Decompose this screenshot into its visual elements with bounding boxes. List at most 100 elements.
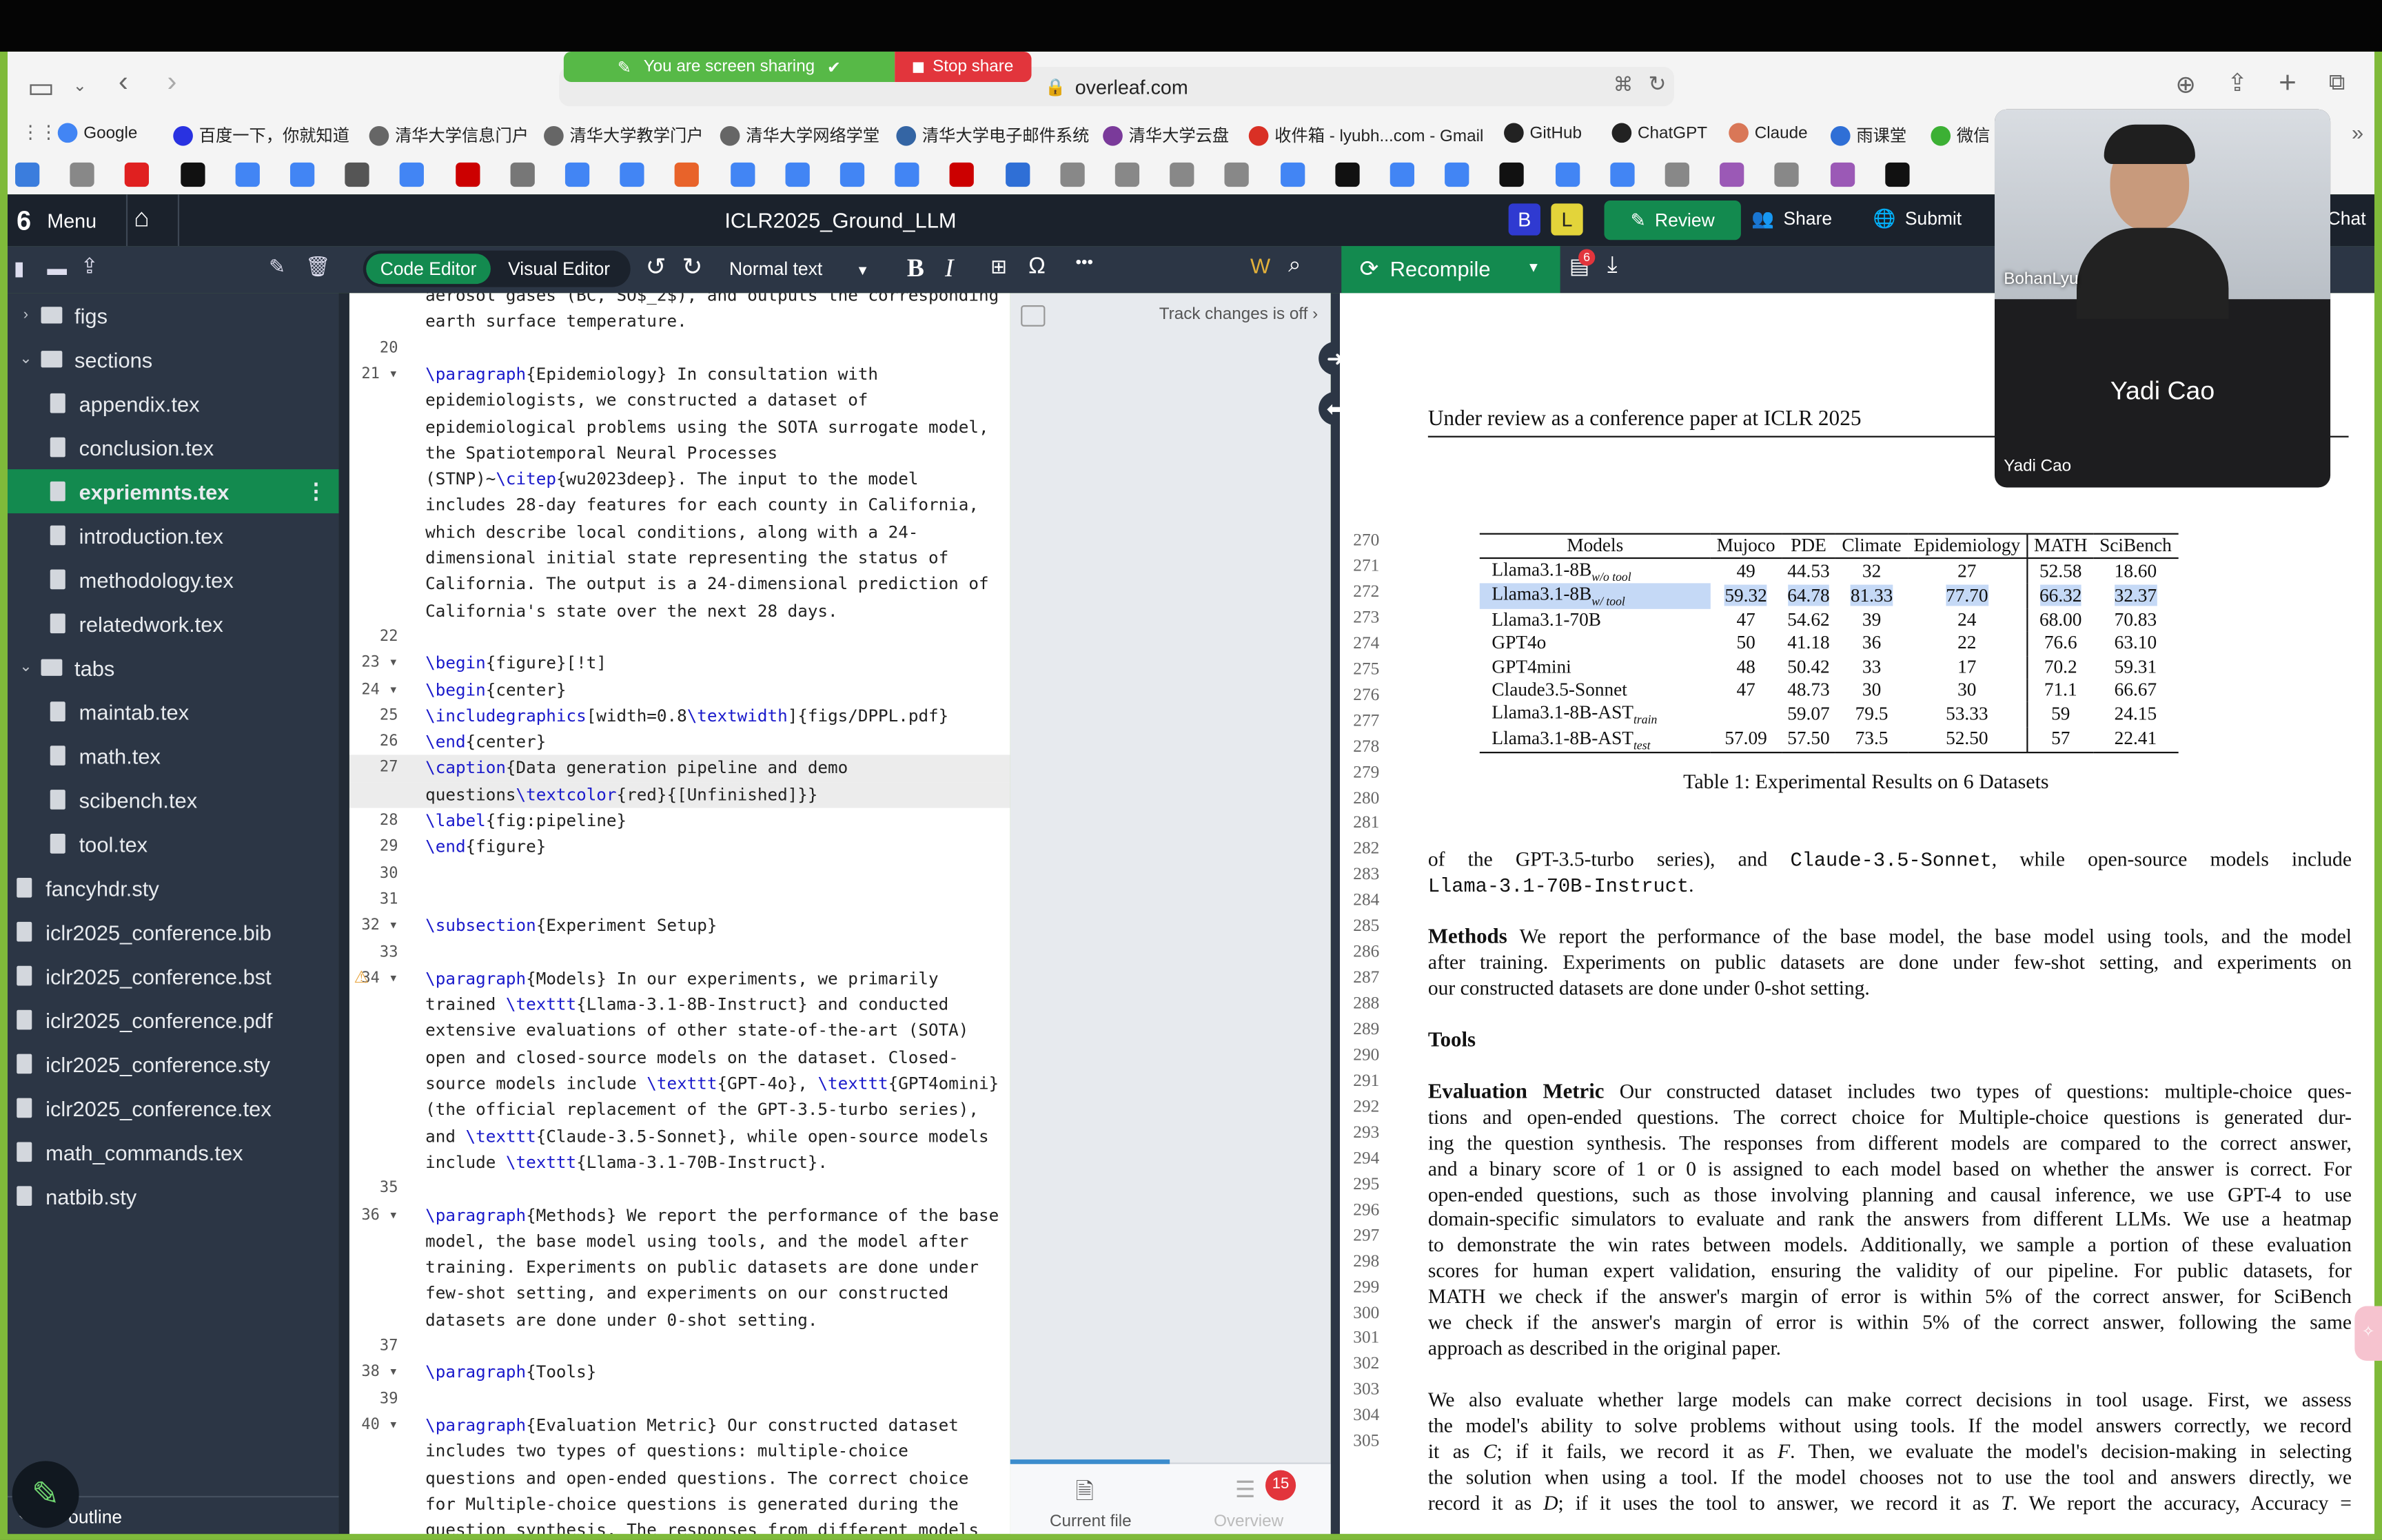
track-changes-status[interactable]: Track changes is off ›	[1159, 305, 1318, 323]
grid-icon[interactable]: ⋮⋮	[21, 121, 58, 143]
favorite-site-icon[interactable]	[1114, 162, 1140, 187]
sidebar-toggle-icon[interactable]: ▭	[28, 72, 55, 107]
back-icon[interactable]: ‹	[119, 67, 128, 100]
omega-icon[interactable]: Ω	[1028, 254, 1046, 279]
favorite-site-icon[interactable]	[620, 162, 644, 187]
favorite-site-icon[interactable]	[895, 162, 919, 187]
favorite-site-icon[interactable]	[1500, 162, 1525, 187]
video-call-overlay[interactable]: BohanLyu Yadi Cao Yadi Cao	[1994, 109, 2331, 488]
tab-current-file[interactable]: Current file	[1050, 1512, 1132, 1530]
visual-editor-tab[interactable]: Visual Editor	[491, 254, 627, 284]
text-style-dropdown[interactable]: Normal text ▼	[729, 258, 869, 280]
rename-icon[interactable]: ✎	[269, 255, 285, 279]
bookmark-item[interactable]: 清华大学电子邮件系统	[896, 123, 1089, 147]
home-icon[interactable]: ⌂	[134, 203, 150, 234]
resize-handle[interactable]	[338, 293, 349, 1534]
project-title[interactable]: ICLR2025_Ground_LLM	[724, 208, 956, 232]
overleaf-logo-icon[interactable]: 𝟔	[17, 207, 31, 237]
favorite-site-icon[interactable]	[1060, 162, 1085, 187]
favorite-site-icon[interactable]	[1334, 162, 1360, 187]
writefull-icon[interactable]: W	[1250, 254, 1270, 278]
ai-assist-icon[interactable]: ✎	[12, 1461, 79, 1528]
file-tree-item[interactable]: natbib.sty	[8, 1174, 338, 1218]
menu-button[interactable]: Menu	[47, 209, 96, 232]
avatar[interactable]: L	[1551, 203, 1583, 236]
file-tree-item[interactable]: iclr2025_conference.bst	[8, 954, 338, 998]
favorite-site-icon[interactable]	[125, 162, 150, 187]
bookmark-item[interactable]: 清华大学网络学堂	[720, 123, 879, 147]
upload-icon[interactable]: ⇪	[81, 254, 99, 279]
download-icon[interactable]: ⊕	[2175, 70, 2196, 100]
file-tree-item[interactable]: methodology.tex	[8, 557, 338, 602]
favorite-site-icon[interactable]	[564, 162, 590, 187]
favorite-site-icon[interactable]	[345, 162, 370, 187]
favorite-site-icon[interactable]	[1280, 162, 1305, 187]
favorite-site-icon[interactable]	[400, 162, 425, 187]
bookmark-item[interactable]: 清华大学教学门户	[544, 123, 703, 147]
file-tree-item[interactable]: conclusion.tex	[8, 425, 338, 469]
file-tree-item[interactable]: ⌄ tabs	[8, 646, 338, 690]
download-pdf-icon[interactable]: ⤓	[1607, 252, 1618, 278]
chevron-right-icon[interactable]: ›	[17, 307, 34, 323]
favorite-site-icon[interactable]	[675, 162, 700, 187]
more-icon[interactable]: •••	[1076, 254, 1093, 271]
delete-icon[interactable]: 🗑	[305, 255, 330, 279]
italic-icon[interactable]: I	[945, 254, 954, 284]
favorite-site-icon[interactable]	[1720, 162, 1744, 187]
bookmark-item[interactable]: 微信	[1931, 123, 1990, 147]
favorite-site-icon[interactable]	[839, 162, 865, 187]
chevron-down-icon[interactable]: ⌄	[17, 351, 34, 367]
bookmark-item[interactable]: 清华大学云盘	[1103, 123, 1229, 147]
favorite-site-icon[interactable]	[510, 162, 535, 187]
code-editor-tab[interactable]: Code Editor	[366, 254, 491, 285]
review-toggle-icon[interactable]	[1021, 305, 1046, 327]
file-tree-item[interactable]: fancyhdr.sty	[8, 865, 338, 910]
kebab-menu-icon[interactable]: ⋮	[305, 478, 327, 504]
tab-overview[interactable]: Overview	[1214, 1512, 1283, 1530]
new-tab-icon[interactable]: +	[2279, 67, 2297, 102]
favorite-site-icon[interactable]	[1390, 162, 1415, 187]
file-tree-item[interactable]: ⌄ sections	[8, 337, 338, 381]
favorite-site-icon[interactable]	[455, 162, 480, 187]
file-tree-item[interactable]: › figs	[8, 293, 338, 337]
bookmark-item[interactable]: Google	[57, 123, 137, 143]
share-button[interactable]: 👥 Share	[1751, 208, 1832, 229]
favorite-site-icon[interactable]	[1609, 162, 1635, 187]
favorite-site-icon[interactable]	[950, 162, 975, 187]
bookmark-item[interactable]: 百度一下，你就知道	[173, 123, 349, 147]
pencil-icon[interactable]: ✎	[618, 57, 631, 76]
file-tree-item[interactable]: relatedwork.tex	[8, 602, 338, 646]
floating-tool-icon[interactable]: ✧	[2354, 1306, 2382, 1361]
favorite-site-icon[interactable]	[1005, 162, 1030, 187]
stop-share-button[interactable]: Stop share	[895, 51, 1032, 83]
favorite-site-icon[interactable]	[1555, 162, 1580, 187]
file-tree-item[interactable]: maintab.tex	[8, 690, 338, 734]
bookmark-item[interactable]: ChatGPT	[1611, 123, 1707, 143]
favorite-site-icon[interactable]	[1830, 162, 1855, 187]
warning-icon[interactable]: ⚠	[354, 967, 369, 987]
favorite-site-icon[interactable]	[1445, 162, 1469, 187]
file-tree-item[interactable]: iclr2025_conference.tex	[8, 1086, 338, 1130]
file-tree-item[interactable]: iclr2025_conference.sty	[8, 1042, 338, 1086]
favorite-site-icon[interactable]	[180, 162, 205, 187]
file-tree-item[interactable]: introduction.tex	[8, 513, 338, 557]
file-tree-item[interactable]: math.tex	[8, 734, 338, 778]
bookmark-item[interactable]: 收件箱 - lyubh...com - Gmail	[1248, 123, 1483, 147]
undo-icon[interactable]: ↺	[646, 252, 666, 283]
reload-icon[interactable]: ↻	[1648, 72, 1666, 97]
more-bookmarks-icon[interactable]: »	[2352, 120, 2363, 144]
favorite-site-icon[interactable]	[1225, 162, 1250, 187]
share-icon[interactable]: ⇪	[2227, 68, 2248, 99]
bookmark-item[interactable]: 雨课堂	[1830, 123, 1906, 147]
favorite-site-icon[interactable]	[235, 162, 260, 187]
code-editor[interactable]: aerosol gases (BC, SO$_2$), and outputs …	[349, 293, 1010, 1534]
translate-page-icon[interactable]: ⌘	[1614, 73, 1633, 97]
bold-icon[interactable]: B	[907, 254, 924, 284]
bookmark-item[interactable]: GitHub	[1504, 123, 1582, 143]
file-tree-item[interactable]: appendix.tex	[8, 381, 338, 425]
caret-down-icon[interactable]: ▼	[1527, 260, 1540, 275]
chevron-down-icon[interactable]: ⌄	[73, 76, 87, 95]
chevron-down-icon[interactable]: ⌄	[17, 659, 34, 676]
favorite-site-icon[interactable]	[1775, 162, 1800, 187]
review-button[interactable]: ✎ Review	[1604, 200, 1741, 240]
